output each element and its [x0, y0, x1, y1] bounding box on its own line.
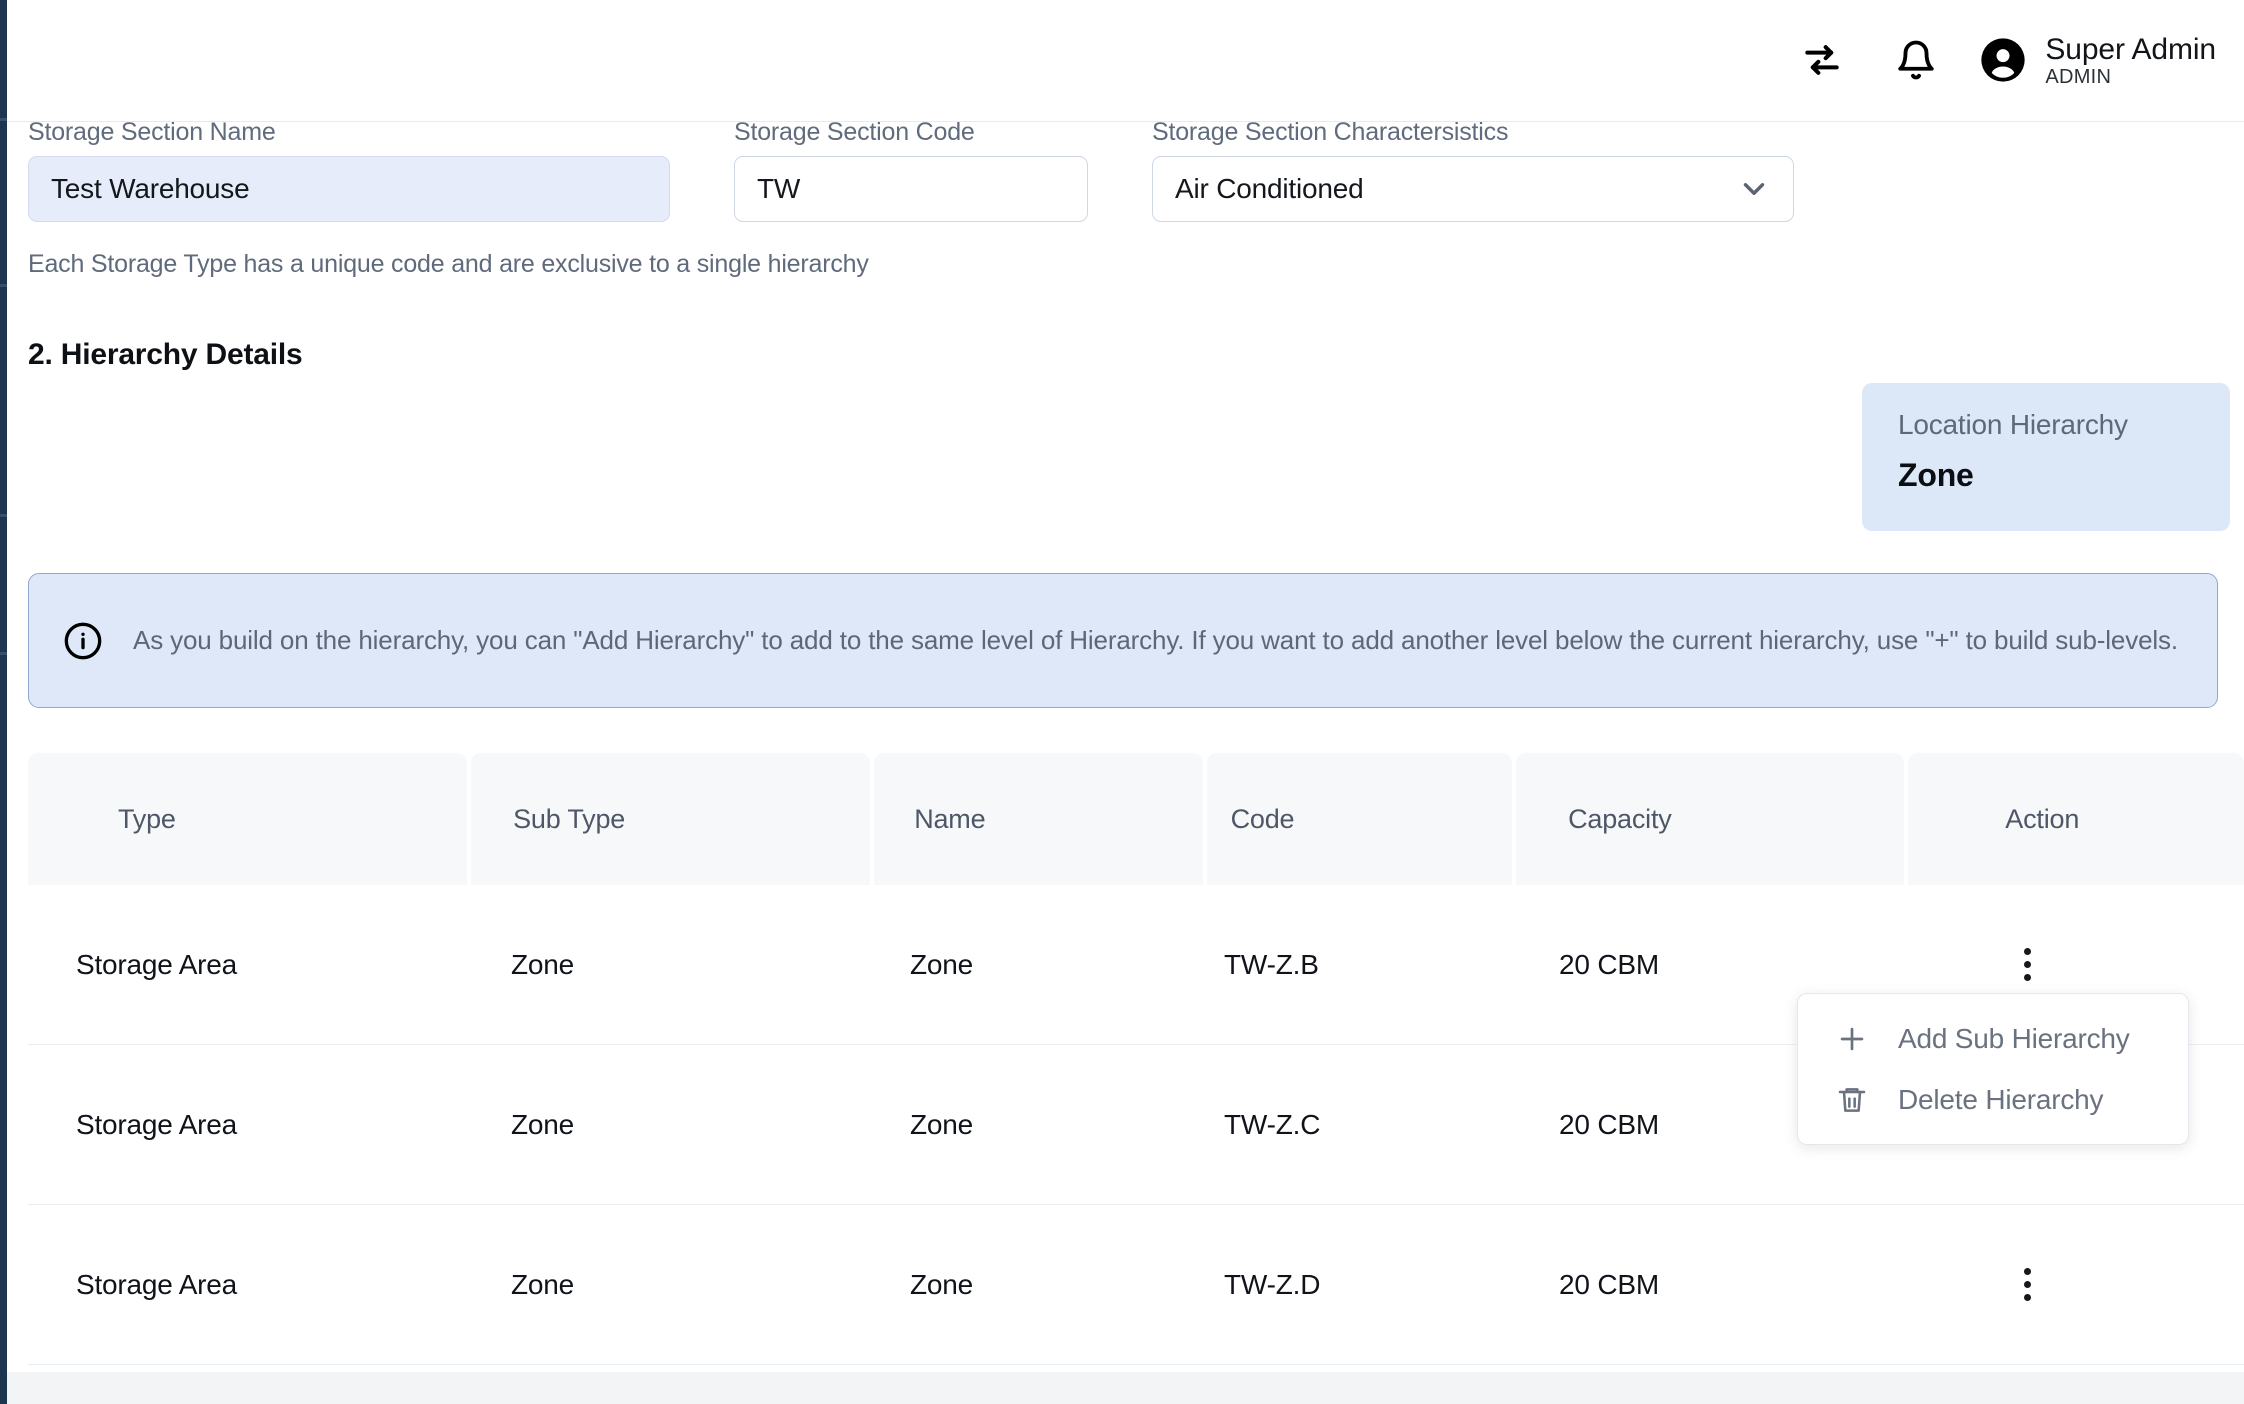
field-storage-section-code: Storage Section Code TW — [734, 118, 1088, 222]
row-action-menu: Add Sub Hierarchy Delete Hierarchy — [1797, 993, 2189, 1145]
sidebar-divider — [0, 118, 7, 121]
menu-item-delete-hierarchy[interactable]: Delete Hierarchy — [1798, 1070, 2188, 1130]
user-avatar-icon — [1977, 34, 2029, 86]
cell-type: Storage Area — [76, 1268, 238, 1300]
page-bottom-area — [7, 1372, 2244, 1404]
info-circle-icon — [63, 621, 103, 661]
info-banner-text: As you build on the hierarchy, you can "… — [133, 625, 2178, 656]
page-content: Storage Section Name Test Warehouse Stor… — [7, 0, 2244, 1404]
cell-code: TW-Z.C — [1224, 1108, 1321, 1140]
storage-section-name-input[interactable]: Test Warehouse — [28, 156, 670, 222]
menu-item-label: Delete Hierarchy — [1898, 1084, 2104, 1115]
plus-icon — [1832, 1022, 1872, 1056]
cell-action — [1897, 942, 2234, 988]
select-value: Air Conditioned — [1175, 173, 1364, 204]
storage-section-characteristics-select[interactable]: Air Conditioned — [1152, 156, 1794, 222]
sidebar-divider — [0, 284, 7, 287]
cell-type: Storage Area — [76, 948, 238, 980]
cell-capacity: 20 CBM — [1559, 948, 1659, 980]
cell-sub-type: Zone — [511, 948, 575, 980]
sidebar-divider — [0, 514, 7, 517]
user-name: Super Admin — [2045, 32, 2216, 66]
field-label: Storage Section Name — [28, 118, 276, 146]
row-actions-kebab-icon[interactable] — [2007, 1262, 2047, 1308]
cell-name: Zone — [910, 948, 974, 980]
user-role: ADMIN — [2045, 66, 2112, 89]
column-header-capacity: Capacity — [1516, 753, 1905, 885]
location-hierarchy-label: Location Hierarchy — [1898, 409, 2128, 440]
section-title: 2. Hierarchy Details — [28, 338, 303, 371]
location-hierarchy-card: Location Hierarchy Zone — [1862, 383, 2230, 531]
header-actions: Super Admin ADMIN — [1795, 33, 2244, 89]
chevron-down-icon — [1737, 172, 1771, 206]
storage-section-form: Storage Section Name Test Warehouse Stor… — [28, 118, 1794, 222]
collapsed-sidebar[interactable] — [0, 0, 7, 1404]
row-actions-kebab-icon[interactable] — [2007, 942, 2047, 988]
column-header-code: Code — [1206, 753, 1513, 885]
location-hierarchy-value: Zone — [1898, 457, 1974, 493]
sidebar-divider — [0, 652, 7, 655]
user-info: Super Admin ADMIN — [2045, 33, 2216, 89]
cell-capacity: 20 CBM — [1559, 1268, 1659, 1300]
field-label: Storage Section Charactersistics — [1152, 118, 1509, 146]
menu-item-label: Add Sub Hierarchy — [1898, 1023, 2130, 1054]
field-label: Storage Section Code — [734, 118, 975, 146]
menu-item-add-sub-hierarchy[interactable]: Add Sub Hierarchy — [1798, 1008, 2188, 1070]
trash-icon — [1832, 1084, 1872, 1116]
top-header: Super Admin ADMIN — [7, 0, 2244, 122]
info-banner: As you build on the hierarchy, you can "… — [28, 573, 2218, 708]
cell-code: TW-Z.D — [1224, 1268, 1321, 1300]
storage-section-code-input[interactable]: TW — [734, 156, 1088, 222]
form-helper-text: Each Storage Type has a unique code and … — [28, 250, 869, 278]
table-header-row: Type Sub Type Name Code Capacity Action — [28, 753, 2244, 885]
bell-icon[interactable] — [1889, 33, 1943, 87]
user-menu[interactable]: Super Admin ADMIN — [1977, 33, 2216, 89]
cell-sub-type: Zone — [511, 1268, 575, 1300]
column-header-action: Action — [1908, 753, 2244, 885]
field-storage-section-characteristics: Storage Section Charactersistics Air Con… — [1152, 118, 1794, 222]
cell-code: TW-Z.B — [1224, 948, 1319, 980]
swap-arrows-icon[interactable] — [1795, 33, 1849, 87]
column-header-name: Name — [874, 753, 1203, 885]
app-root: Super Admin ADMIN Storage Section Name T… — [0, 0, 2244, 1404]
table-row: Storage Area Zone Zone TW-Z.D 20 CBM — [28, 1205, 2244, 1365]
cell-sub-type: Zone — [511, 1108, 575, 1140]
column-header-sub-type: Sub Type — [471, 753, 871, 885]
field-storage-section-name: Storage Section Name Test Warehouse — [28, 118, 670, 222]
cell-name: Zone — [910, 1268, 974, 1300]
cell-type: Storage Area — [76, 1108, 238, 1140]
cell-action — [1897, 1262, 2234, 1308]
cell-name: Zone — [910, 1108, 974, 1140]
column-header-type: Type — [28, 753, 468, 885]
